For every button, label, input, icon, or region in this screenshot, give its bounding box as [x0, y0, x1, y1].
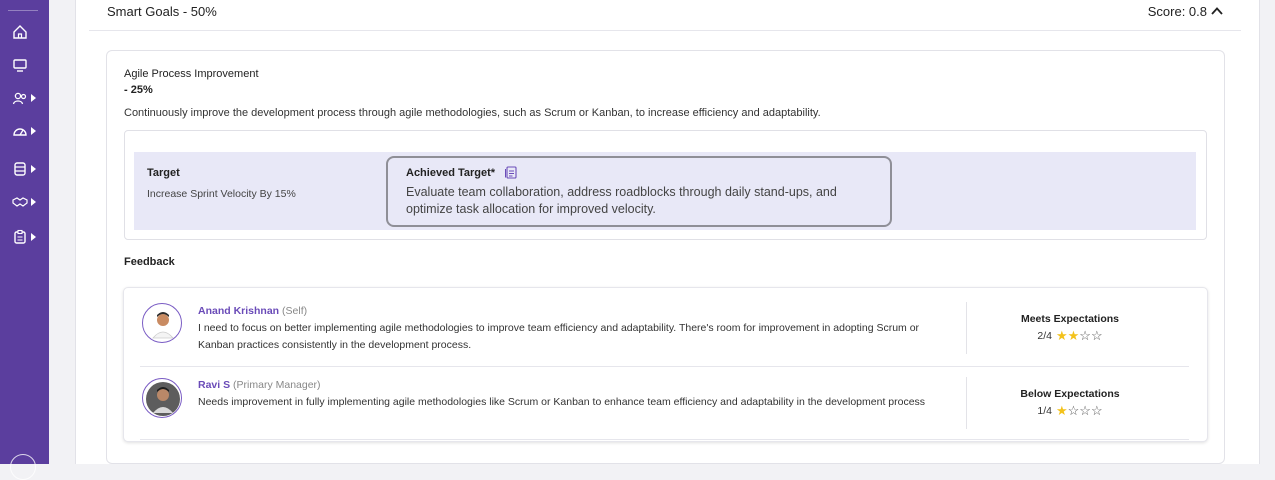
feedback-comment: Needs improvement in fully implementing …	[198, 396, 926, 408]
section-title: Smart Goals - 50%	[107, 4, 217, 19]
sidebar-item-dashboard[interactable]	[12, 122, 42, 140]
star-rating: ★★☆☆	[1056, 329, 1103, 343]
achieved-target-label: Achieved Target*	[406, 167, 496, 179]
avatar	[142, 303, 182, 343]
feedback-title: Feedback	[124, 256, 175, 268]
sidebar-divider	[8, 10, 38, 11]
column-divider	[966, 302, 967, 354]
feedback-comment: I need to focus on better implementing a…	[198, 322, 920, 351]
author-role: (Self)	[282, 305, 308, 317]
section-header[interactable]: Smart Goals - 50% Score: 0.8	[89, 0, 1241, 31]
rating-block: Below Expectations 1/4 ★☆☆☆	[975, 388, 1165, 418]
star-rating: ★☆☆☆	[1056, 404, 1103, 418]
feedback-author: Ravi S (Primary Manager)	[198, 379, 321, 391]
chevron-up-icon[interactable]	[1209, 3, 1225, 19]
feedback-divider	[140, 439, 1189, 440]
goal-weight: - 25%	[124, 84, 153, 96]
rating-label: Meets Expectations	[1020, 313, 1120, 325]
goal-description: Continuously improve the development pro…	[124, 107, 821, 119]
gauge-icon	[13, 128, 27, 136]
chevron-right-icon	[31, 198, 36, 206]
star-empty-icon: ☆	[1090, 403, 1103, 418]
rating-score: 1/4	[1037, 405, 1052, 417]
feedback-author: Anand Krishnan (Self)	[198, 305, 307, 317]
sidebar-item-tasks[interactable]	[12, 228, 42, 246]
people-icon	[12, 92, 27, 105]
chevron-right-icon	[31, 94, 36, 102]
target-label: Target	[147, 167, 180, 179]
sidebar-item-records[interactable]	[12, 160, 42, 178]
monitor-icon	[13, 59, 27, 72]
star-filled-icon: ★	[1055, 403, 1068, 418]
feedback-divider	[140, 366, 1189, 367]
profile-icon[interactable]	[10, 454, 36, 480]
star-filled-icon: ★	[1055, 328, 1068, 343]
section-score: Score: 0.8	[1147, 4, 1207, 19]
chevron-right-icon	[31, 165, 36, 173]
star-empty-icon: ☆	[1067, 403, 1080, 418]
database-icon	[14, 162, 26, 176]
handshake-icon	[12, 197, 28, 207]
goal-name: Agile Process Improvement	[124, 68, 259, 80]
sidebar-item-home[interactable]	[12, 23, 42, 41]
star-empty-icon: ☆	[1090, 328, 1103, 343]
target-value: Increase Sprint Velocity By 15%	[147, 188, 296, 200]
rating-score: 2/4	[1037, 330, 1052, 342]
star-empty-icon: ☆	[1079, 403, 1091, 418]
sidebar-item-deals[interactable]	[12, 193, 42, 211]
rating-label: Below Expectations	[1020, 388, 1120, 400]
author-role: (Primary Manager)	[233, 379, 321, 391]
avatar-image	[146, 382, 180, 416]
sidebar	[0, 0, 49, 480]
clipboard-icon	[14, 229, 26, 244]
avatar-image	[146, 307, 180, 341]
rating-block: Meets Expectations 2/4 ★★☆☆	[975, 313, 1165, 343]
author-name: Ravi S	[198, 379, 231, 391]
chevron-right-icon	[31, 233, 36, 241]
sidebar-item-monitor[interactable]	[12, 56, 42, 74]
star-filled-icon: ★	[1067, 328, 1080, 343]
document-icon[interactable]	[504, 165, 518, 179]
avatar	[142, 378, 182, 418]
sidebar-item-people[interactable]	[12, 89, 42, 107]
author-name: Anand Krishnan	[198, 305, 280, 317]
home-icon	[13, 25, 27, 39]
column-divider	[966, 377, 967, 429]
chevron-right-icon	[31, 127, 36, 135]
achieved-target-text: Evaluate team collaboration, address roa…	[406, 185, 837, 216]
star-empty-icon: ☆	[1079, 328, 1091, 343]
